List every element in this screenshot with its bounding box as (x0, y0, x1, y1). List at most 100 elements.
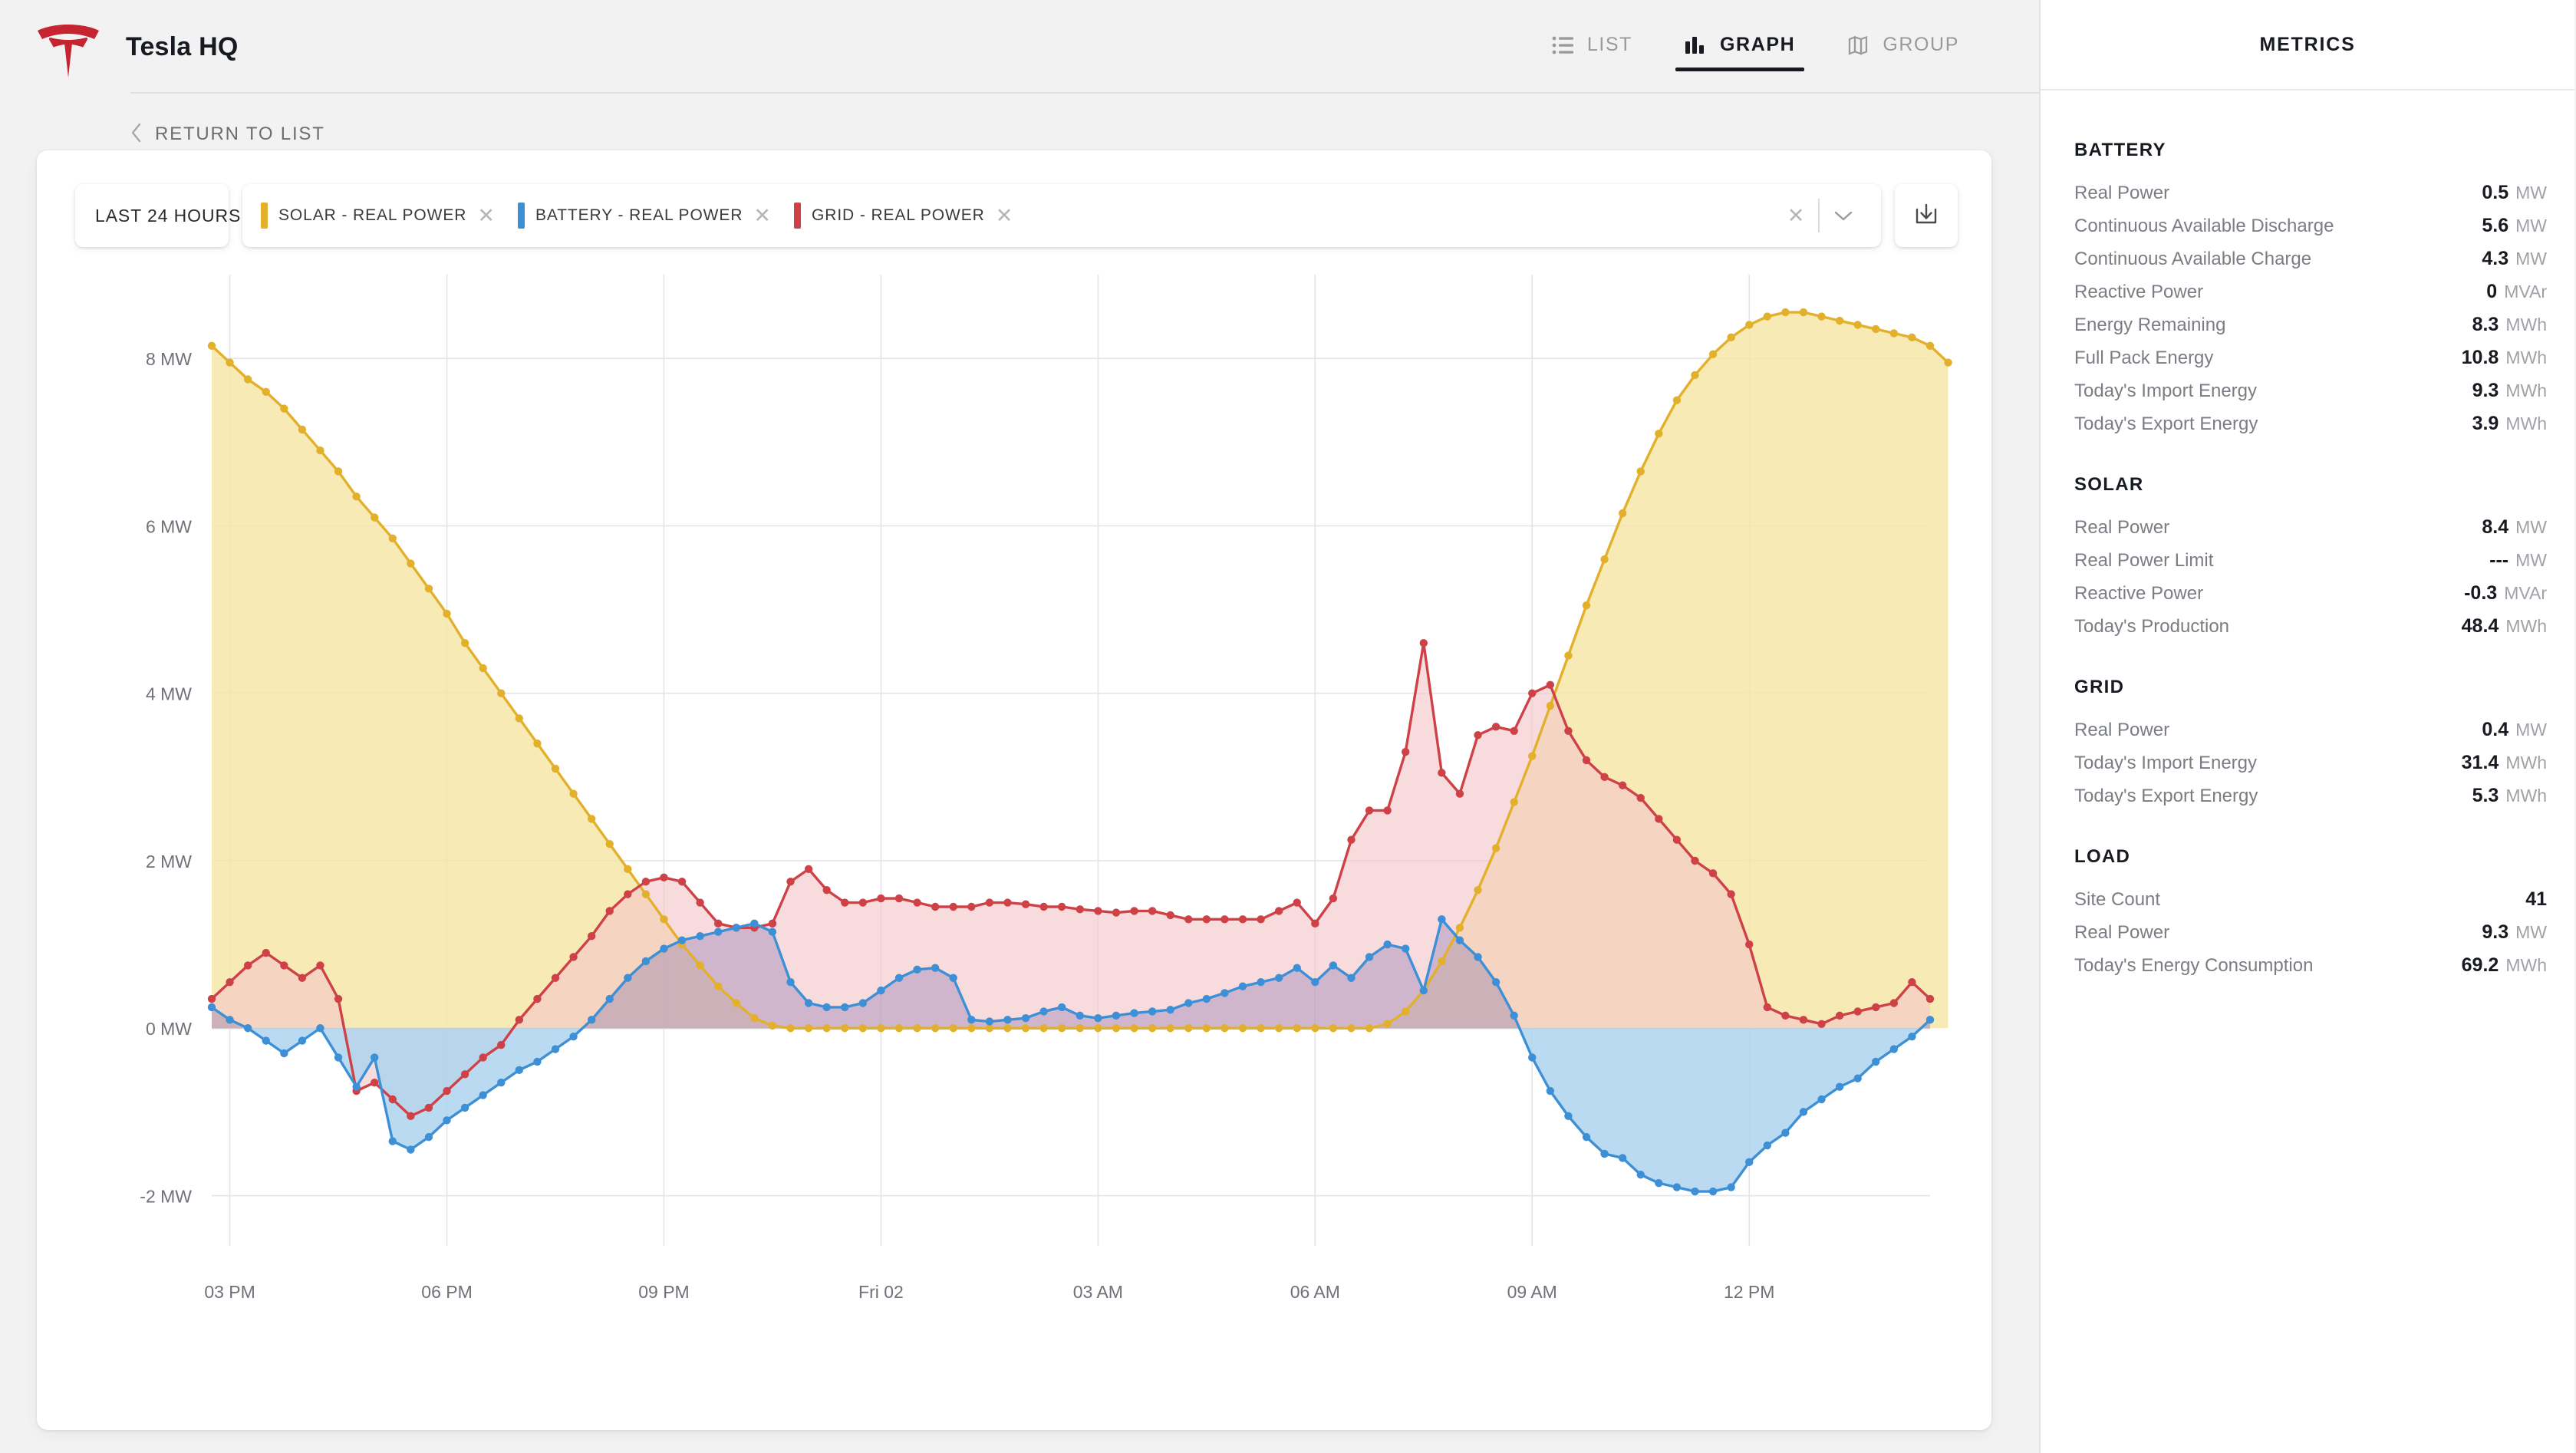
metric-row: Energy Remaining8.3MWh (2074, 308, 2547, 341)
metric-unit: MWh (2505, 753, 2547, 773)
close-icon: ✕ (1787, 206, 1805, 226)
return-to-list-button[interactable]: RETURN TO LIST (0, 94, 2039, 152)
series-selector[interactable]: SOLAR - REAL POWER ✕ BATTERY - REAL POWE… (242, 184, 1881, 247)
tab-graph[interactable]: GRAPH (1659, 21, 1821, 73)
series-chip-battery[interactable]: BATTERY - REAL POWER ✕ (518, 203, 771, 229)
time-range-label: LAST 24 HOURS (95, 206, 241, 226)
metric-value: 5.6 (2482, 215, 2508, 237)
metric-label: Today's Export Energy (2074, 413, 2258, 435)
clear-series-button[interactable]: ✕ (1774, 206, 1818, 226)
y-axis-tick: 8 MW (146, 349, 192, 369)
series-chip-solar[interactable]: SOLAR - REAL POWER ✕ (261, 203, 495, 229)
metric-value-wrap: 9.3MW (2482, 921, 2547, 944)
metrics-group-title: BATTERY (2074, 140, 2547, 161)
metric-row: Real Power Limit --- MW (2074, 544, 2547, 577)
metric-unit: MW (2515, 183, 2547, 203)
download-button[interactable] (1895, 184, 1958, 247)
metric-unit: MWh (2505, 616, 2547, 637)
metric-unit: MW (2515, 720, 2547, 740)
metric-label: Site Count (2074, 889, 2160, 911)
series-pill-actions: ✕ (1774, 199, 1872, 232)
metric-value-wrap: 10.8MWh (2462, 347, 2547, 369)
metric-label: Today's Export Energy (2074, 786, 2258, 807)
power-chart[interactable]: 8 MW6 MW4 MW2 MW0 MW-2 MW03 PM06 PM09 PM… (37, 258, 1991, 1409)
return-to-list-label: RETURN TO LIST (155, 124, 325, 145)
metric-value-wrap: 69.2MWh (2462, 954, 2547, 977)
page-title: Tesla HQ (126, 32, 238, 62)
metric-value: 0.4 (2482, 719, 2508, 741)
tab-graph-label: GRAPH (1720, 34, 1795, 56)
metric-row: Full Pack Energy10.8MWh (2074, 341, 2547, 374)
metric-unit: MWh (2505, 381, 2547, 401)
x-axis-tick: 06 PM (421, 1282, 472, 1302)
metrics-group-grid: GRIDReal Power0.4MWToday's Import Energy… (2074, 677, 2547, 812)
y-axis-tick: 6 MW (146, 516, 192, 536)
metric-value: 10.8 (2462, 347, 2499, 369)
metric-value: 0.5 (2482, 182, 2508, 204)
series-chip-battery-label: BATTERY - REAL POWER (535, 206, 743, 225)
metric-value-wrap: --- MW (2489, 549, 2547, 572)
metric-row: Today's Import Energy 31.4 MWh (2074, 746, 2547, 779)
metric-value-wrap: 0.5 MW (2482, 182, 2547, 204)
metric-value: 5.3 (2472, 785, 2499, 807)
metric-value: 48.4 (2462, 615, 2499, 638)
metric-label: Real Power (2074, 517, 2169, 539)
series-chip-solar-label: SOLAR - REAL POWER (278, 206, 466, 225)
metric-value: 8.4 (2482, 516, 2508, 539)
metric-row: Today's Import Energy9.3MWh (2074, 374, 2547, 407)
metric-row: Reactive Power0MVAr (2074, 275, 2547, 308)
metric-unit: MW (2515, 249, 2547, 269)
metrics-group-title: SOLAR (2074, 474, 2547, 496)
header-divider (130, 92, 2039, 94)
x-axis-tick: 06 AM (1290, 1282, 1340, 1302)
metric-unit: MWh (2505, 955, 2547, 976)
metric-value-wrap: 5.6MW (2482, 215, 2547, 237)
metric-row: Today's Production48.4MWh (2074, 610, 2547, 643)
metric-label: Real Power Limit (2074, 550, 2213, 572)
close-icon[interactable]: ✕ (996, 206, 1013, 226)
chart-svg: 8 MW6 MW4 MW2 MW0 MW-2 MW03 PM06 PM09 PM… (37, 258, 1991, 1409)
time-range-select[interactable]: LAST 24 HOURS (75, 184, 229, 247)
metric-value: 8.3 (2472, 314, 2499, 336)
x-axis-tick: 03 AM (1073, 1282, 1123, 1302)
metric-value-wrap: 41 (2525, 888, 2547, 911)
metric-row: Real Power0.4MW (2074, 713, 2547, 746)
metric-label: Continuous Available Discharge (2074, 216, 2334, 237)
metric-value: --- (2489, 549, 2508, 572)
metric-row: Real Power0.5MW (2074, 176, 2547, 209)
metrics-group-solar: SOLAR Real Power 8.4 MW Real Power Limit --- M… (2074, 474, 2547, 643)
tab-group-label: GROUP (1883, 34, 1959, 56)
list-icon (1552, 35, 1573, 55)
close-icon[interactable]: ✕ (753, 206, 771, 226)
graph-card: LAST 24 HOURS SOLAR - REAL POWER ✕ (37, 150, 1991, 1430)
x-axis-tick: 09 PM (638, 1282, 689, 1302)
series-chip-list: SOLAR - REAL POWER ✕ BATTERY - REAL POWE… (261, 203, 1013, 229)
y-axis-tick: -2 MW (140, 1187, 192, 1207)
metric-value-wrap: 48.4 MWh (2462, 615, 2547, 638)
metric-value: 0 (2486, 281, 2497, 303)
series-chip-grid-label: GRID - REAL POWER (812, 206, 985, 225)
metric-value-wrap: -0.3MVAr (2464, 582, 2547, 605)
metric-value: 3.9 (2472, 413, 2499, 435)
metrics-panel: METRICS BATTERYReal Power0.5MWContinuous… (2041, 0, 2574, 1453)
close-icon[interactable]: ✕ (477, 206, 495, 226)
view-tabs: LIST GRAPH (1526, 21, 1985, 73)
metric-unit: MVAr (2504, 583, 2547, 604)
chevron-down-icon[interactable] (1820, 209, 1867, 222)
metric-label: Today's Import Energy (2074, 753, 2257, 774)
metric-row: Reactive Power-0.3MVAr (2074, 577, 2547, 610)
metric-value: 9.3 (2472, 380, 2499, 402)
metric-label: Real Power (2074, 922, 2169, 944)
battery-color-swatch (518, 203, 525, 229)
metric-row: Today's Export Energy 5.3 MWh (2074, 779, 2547, 812)
metric-unit: MWh (2505, 786, 2547, 806)
tab-group[interactable]: GROUP (1821, 21, 1985, 73)
metric-value: 31.4 (2462, 752, 2499, 774)
series-chip-grid[interactable]: GRID - REAL POWER ✕ (794, 203, 1013, 229)
tab-list[interactable]: LIST (1526, 21, 1659, 73)
metrics-group-title: GRID (2074, 677, 2547, 698)
map-icon (1847, 35, 1869, 55)
grid-color-swatch (794, 203, 801, 229)
metric-unit: MW (2515, 550, 2547, 571)
top-bar: Tesla HQ LIST (0, 0, 2039, 94)
